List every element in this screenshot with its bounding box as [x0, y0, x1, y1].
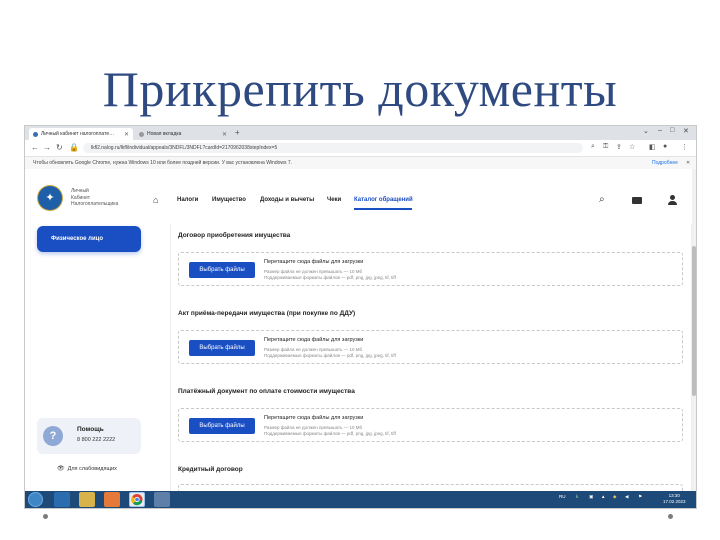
drop-text: Перетащите сюда файлы для загрузки	[264, 259, 364, 265]
search-icon[interactable]: ⌕	[599, 194, 605, 205]
tray-volume-icon[interactable]: ◀	[625, 494, 628, 500]
slide-title: Прикрепить документы	[102, 61, 618, 117]
tray-flag-icon[interactable]: ⚑	[638, 494, 642, 500]
upload-dropzone[interactable]: Выбрать файлы Перетащите сюда файлы для …	[178, 252, 683, 286]
new-tab-favicon-icon	[139, 131, 144, 137]
address-bar-row: ← → ↻ 🔒 lkfl2.nalog.ru/lkfl/individual/a…	[25, 140, 696, 157]
chrome-icon[interactable]	[129, 492, 145, 507]
tab-label: Новая вкладка	[147, 131, 182, 137]
tray-network-icon[interactable]: ▲	[601, 494, 605, 499]
individual-person-button[interactable]: Физическое лицо	[37, 226, 141, 252]
section-title: Кредитный договор	[178, 466, 243, 473]
section-title: Платёжный документ по оплате стоимости и…	[178, 388, 355, 395]
help-title: Помощь	[77, 426, 104, 433]
accessibility-link[interactable]: 👁 Для слабовидящих	[57, 465, 117, 472]
formats-hint: Поддерживаемые форматы файлов — pdf, png…	[264, 275, 396, 280]
lock-icon: 🔒	[69, 143, 79, 152]
home-icon[interactable]: ⌂	[153, 195, 158, 205]
tab-label: Личный кабинет налогоплате…	[41, 131, 115, 137]
section-title: Договор приобретения имущества	[178, 232, 291, 239]
section-title: Акт приёма-передачи имущества (при покуп…	[178, 310, 356, 317]
active-menu-underline	[354, 208, 412, 210]
close-window-icon[interactable]: ✕	[683, 127, 689, 135]
back-arrow-icon[interactable]: ←	[31, 143, 39, 152]
clock-date: 17.02.2023	[663, 499, 686, 504]
upload-dropzone[interactable]: Выбрать файлы Перетащите сюда файлы для …	[178, 330, 683, 364]
fns-emblem-icon[interactable]: ✦	[38, 186, 62, 210]
size-hint: Размер файла не должен превышать — 10 Мб	[264, 425, 363, 430]
star-icon[interactable]: ☆	[629, 143, 635, 151]
choose-files-button[interactable]: Выбрать файлы	[189, 340, 255, 356]
new-tab-plus-icon[interactable]: +	[235, 128, 240, 137]
infobar-message: Чтобы обновлять Google Chrome, нужна Win…	[33, 160, 293, 166]
menu-taxes[interactable]: Налоги	[177, 197, 198, 203]
menu-receipts[interactable]: Чеки	[327, 197, 341, 203]
site-header: ✦ Личный Кабинет Налогоплательщика ⌂ Нал…	[25, 169, 696, 229]
choose-files-button[interactable]: Выбрать файлы	[189, 262, 255, 278]
media-player-icon[interactable]	[104, 492, 120, 507]
menu-appeals-catalog[interactable]: Каталог обращений	[354, 197, 413, 203]
slide-dot	[43, 514, 48, 519]
question-icon: ?	[43, 426, 63, 446]
size-hint: Размер файла не должен превышать — 10 Мб	[264, 347, 363, 352]
tray-shield-icon[interactable]: ◆	[613, 494, 616, 500]
language-indicator[interactable]: RU	[559, 494, 566, 499]
formats-hint: Поддерживаемые форматы файлов — pdf, png…	[264, 431, 396, 436]
help-card[interactable]: ? Помощь 8 800 222 2222	[37, 418, 141, 454]
infobar-close-icon[interactable]: ✕	[686, 157, 690, 169]
logo-text[interactable]: Личный Кабинет Налогоплательщика	[71, 188, 118, 208]
infobar-more-link[interactable]: Подробнее	[652, 157, 678, 169]
url-input[interactable]: lkfl2.nalog.ru/lkfl/individual/appeals/3…	[83, 143, 583, 153]
drop-text: Перетащите сюда файлы для загрузки	[264, 337, 364, 343]
extension-icon[interactable]: ◧	[649, 143, 656, 151]
slide-dot	[668, 514, 673, 519]
profile-icon[interactable]: ●	[663, 143, 667, 150]
accessibility-label: Для слабовидящих	[67, 466, 117, 472]
formats-hint: Поддерживаемые форматы файлов — pdf, png…	[264, 353, 396, 358]
drop-text: Перетащите сюда файлы для загрузки	[264, 415, 364, 421]
tray-app-icon[interactable]: k	[576, 494, 578, 499]
close-tab-icon[interactable]: ✕	[222, 131, 227, 138]
tab-lk[interactable]: Личный кабинет налогоплате… ✕	[29, 128, 133, 140]
menu-income-deductions[interactable]: Доходы и вычеты	[260, 197, 314, 203]
zoom-icon[interactable]: ⌕	[591, 143, 595, 151]
tab-new[interactable]: Новая вкладка ✕	[135, 128, 231, 140]
close-tab-icon[interactable]: ✕	[124, 131, 129, 138]
browser-screenshot: Личный кабинет налогоплате… ✕ Новая вкла…	[25, 126, 696, 508]
chrome-logo-icon	[131, 494, 143, 506]
choose-files-button[interactable]: Выбрать файлы	[189, 418, 255, 434]
windows-taskbar: RU k ▣ ▲ ◆ ◀ ⚑ 13:30 17.02.2023	[25, 491, 696, 508]
minimize-icon[interactable]: –	[658, 127, 662, 134]
internet-explorer-icon[interactable]	[54, 492, 70, 507]
forward-arrow-icon[interactable]: →	[43, 143, 51, 152]
key-icon[interactable]: ⚿	[603, 143, 608, 151]
logo-line: Налогоплательщика	[71, 201, 119, 207]
size-hint: Размер файла не должен превышать — 10 Мб	[264, 269, 363, 274]
menu-property[interactable]: Имущество	[212, 197, 246, 203]
eye-icon: 👁	[57, 466, 65, 472]
share-icon[interactable]: ⇪	[616, 143, 622, 151]
chevron-down-icon[interactable]: ⌄	[643, 127, 649, 135]
app-icon[interactable]	[154, 492, 170, 507]
file-explorer-icon[interactable]	[79, 492, 95, 507]
tab-bar: Личный кабинет налогоплате… ✕ Новая вкла…	[25, 126, 696, 140]
reload-icon[interactable]: ↻	[56, 143, 63, 152]
tray-app-icon[interactable]: ▣	[589, 494, 593, 500]
maximize-icon[interactable]: □	[670, 127, 674, 134]
help-phone: 8 800 222 2222	[77, 437, 116, 443]
scrollbar-thumb[interactable]	[692, 246, 696, 396]
taskbar-clock[interactable]: 13:30 17.02.2023	[663, 493, 686, 505]
upload-dropzone[interactable]: Выбрать файлы Перетащите сюда файлы для …	[178, 408, 683, 442]
site-favicon-icon	[33, 131, 38, 137]
kebab-menu-icon[interactable]: ⋮	[681, 143, 688, 151]
windows-start-icon[interactable]	[28, 492, 43, 507]
mail-icon[interactable]	[632, 197, 642, 204]
